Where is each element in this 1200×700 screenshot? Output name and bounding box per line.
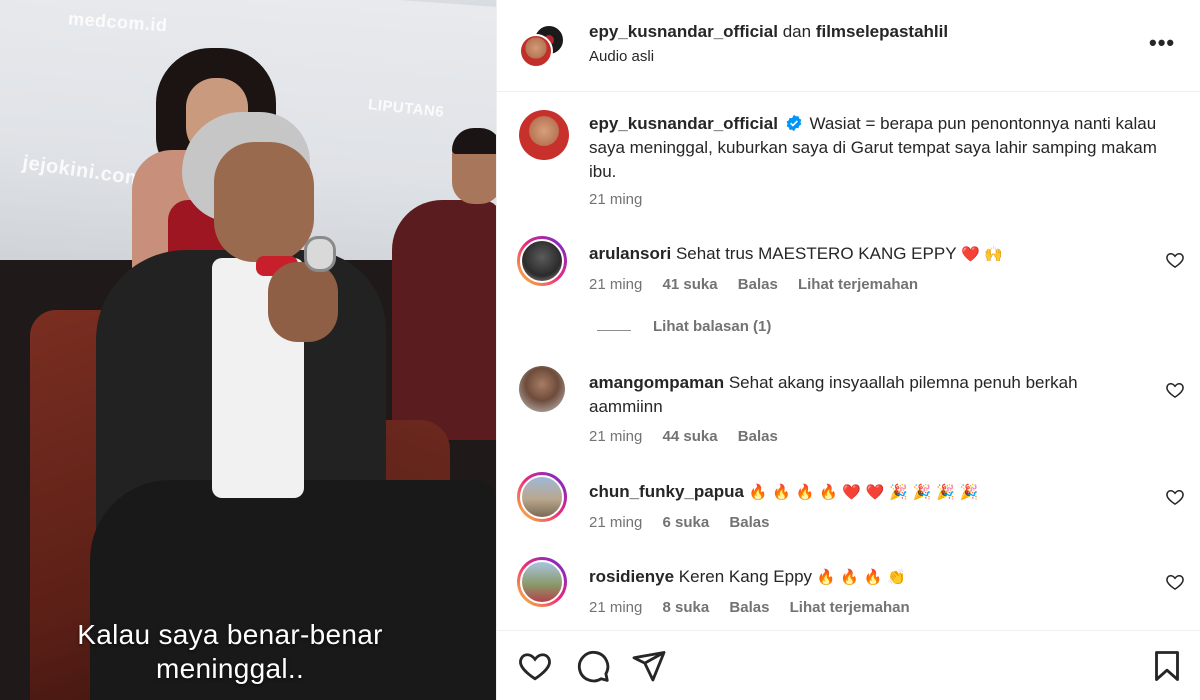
avatar[interactable] (519, 34, 553, 68)
avatar[interactable] (519, 110, 569, 160)
comment-body: Sehat trus MAESTERO KANG EPPY (675, 244, 957, 263)
comment-emoji: ❤️ 🙌 (960, 245, 1004, 263)
reply-button[interactable]: Balas (729, 599, 769, 616)
comment-emoji: 🔥 🔥 🔥 👏 (816, 568, 906, 586)
collab-avatars[interactable] (519, 24, 567, 68)
video-player[interactable]: medcom.id jejokini.com LIPUTAN6 Kalau sa… (0, 0, 496, 700)
caption-line: Kalau saya benar-benar (77, 619, 383, 650)
avatar[interactable] (517, 557, 567, 607)
bookmark-icon[interactable] (1149, 648, 1185, 684)
man-figure (392, 200, 496, 440)
speaker-figure (214, 142, 314, 262)
comment-body: Keren Kang Eppy (678, 567, 813, 586)
comment-meta: 21 ming 6 suka Balas (589, 514, 785, 531)
translate-button[interactable]: Lihat terjemahan (798, 276, 918, 293)
post-caption: epy_kusnandar_official Wasiat = berapa p… (589, 112, 1169, 184)
username-link[interactable]: arulansori (589, 244, 671, 263)
comment-text: arulansori Sehat trus MAESTERO KANG EPPY… (589, 242, 1149, 266)
heart-icon[interactable] (1165, 380, 1185, 400)
like-count[interactable]: 41 suka (663, 276, 718, 293)
divider-line (597, 330, 631, 331)
reply-button[interactable]: Balas (738, 428, 778, 445)
avatar[interactable] (517, 236, 567, 286)
action-bar (497, 630, 1200, 700)
view-replies-button[interactable]: Lihat balasan (1) (653, 318, 771, 335)
post-meta: 21 ming (589, 191, 658, 208)
timestamp[interactable]: 21 ming (589, 428, 642, 445)
speaker-figure (268, 262, 338, 342)
avatar[interactable] (519, 366, 565, 412)
timestamp[interactable]: 21 ming (589, 191, 642, 208)
reply-button[interactable]: Balas (738, 276, 778, 293)
timestamp[interactable]: 21 ming (589, 599, 642, 616)
avatar[interactable] (517, 472, 567, 522)
view-replies-label[interactable]: Lihat balasan (1) (653, 318, 771, 335)
like-count[interactable]: 8 suka (663, 599, 710, 616)
post-panel: epy_kusnandar_official dan filmselepasta… (496, 0, 1200, 700)
like-count[interactable]: 44 suka (663, 428, 718, 445)
username-link[interactable]: amangompaman (589, 373, 724, 392)
post-header: epy_kusnandar_official dan filmselepasta… (497, 0, 1200, 92)
comment-icon[interactable] (575, 648, 611, 684)
username-link[interactable]: rosidienye (589, 567, 674, 586)
timestamp[interactable]: 21 ming (589, 514, 642, 531)
username-link[interactable]: filmselepastahlil (816, 22, 948, 41)
heart-icon[interactable] (1165, 250, 1185, 270)
username-link[interactable]: epy_kusnandar_official (589, 22, 778, 41)
verified-icon (786, 114, 802, 132)
comment-meta: 21 ming 8 suka Balas Lihat terjemahan (589, 599, 926, 616)
header-title: epy_kusnandar_official dan filmselepasta… (589, 22, 948, 42)
reply-button[interactable]: Balas (729, 514, 769, 531)
like-count[interactable]: 6 suka (663, 514, 710, 531)
audio-label[interactable]: Audio asli (589, 48, 654, 65)
more-icon[interactable]: ••• (1149, 30, 1179, 58)
comment-text: rosidienye Keren Kang Eppy 🔥 🔥 🔥 👏 (589, 565, 1149, 589)
heart-icon[interactable] (1165, 487, 1185, 507)
timestamp[interactable]: 21 ming (589, 276, 642, 293)
connector-text: dan (782, 22, 812, 41)
share-icon[interactable] (631, 648, 667, 684)
microphone (304, 236, 336, 272)
comment-text: amangompaman Sehat akang insyaallah pile… (589, 371, 1119, 419)
translate-button[interactable]: Lihat terjemahan (790, 599, 910, 616)
video-caption: Kalau saya benar-benar meninggal.. (30, 618, 430, 686)
comment-meta: 21 ming 44 suka Balas (589, 428, 794, 445)
comment-text: chun_funky_papua 🔥 🔥 🔥 🔥 ❤️ ❤️ 🎉 🎉 🎉 🎉 (589, 480, 1149, 504)
heart-icon[interactable] (1165, 572, 1185, 592)
comment-emoji: 🔥 🔥 🔥 🔥 ❤️ ❤️ 🎉 🎉 🎉 🎉 (748, 483, 979, 501)
username-link[interactable]: epy_kusnandar_official (589, 114, 778, 133)
heart-icon[interactable] (517, 648, 553, 684)
caption-line: meninggal.. (155, 653, 305, 684)
comment-meta: 21 ming 41 suka Balas Lihat terjemahan (589, 276, 934, 293)
username-link[interactable]: chun_funky_papua (589, 482, 744, 501)
